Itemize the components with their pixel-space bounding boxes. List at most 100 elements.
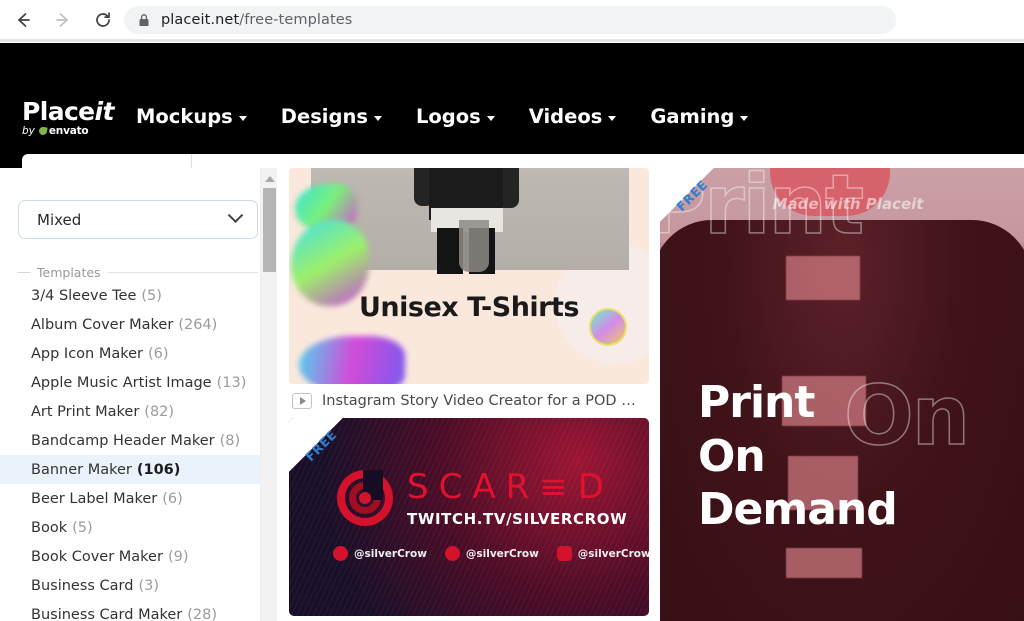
- headline-line-2: On: [698, 430, 766, 482]
- reload-button[interactable]: [86, 3, 120, 37]
- scrollbar-thumb[interactable]: [263, 188, 276, 272]
- twitter-icon: [444, 546, 460, 561]
- sidebar-item-label: Album Cover Maker: [31, 316, 174, 333]
- results-column-left: Unisex T-Shirts Instagram Story Video Cr…: [289, 168, 651, 616]
- nav-label: Mockups: [136, 105, 233, 128]
- sidebar-item-count: (264): [178, 316, 218, 333]
- logo-italic-text: it: [94, 97, 115, 126]
- social-handle: @silverCrow: [354, 547, 427, 560]
- sidebar-item-label: App Icon Maker: [31, 345, 144, 362]
- social-handle: @silverCrow: [465, 547, 539, 560]
- chevron-down-icon: [238, 116, 247, 121]
- sidebar-item-beer-label-maker[interactable]: Beer Label Maker (6): [0, 484, 260, 513]
- placeit-logo[interactable]: Placeit by envato: [22, 99, 122, 141]
- sidebar-scrollbar[interactable]: [260, 168, 277, 621]
- template-card-print-on-demand[interactable]: Print On Made with Placeit Print On Dema…: [660, 168, 1024, 621]
- forward-button[interactable]: [46, 3, 80, 37]
- forward-arrow-icon: [56, 12, 68, 27]
- mixed-filter-select[interactable]: Mixed: [18, 200, 258, 239]
- sidebar-item-label: Apple Music Artist Image: [31, 374, 212, 391]
- sidebar-item-label: Bandcamp Header Maker: [31, 432, 215, 449]
- sidebar-item-business-card-maker[interactable]: Business Card Maker (28): [0, 600, 260, 621]
- url-path: /free-templates: [239, 12, 353, 28]
- sidebar-item-apple-music-artist-image[interactable]: Apple Music Artist Image (13): [0, 368, 260, 397]
- scared-logo-icon: [337, 470, 393, 526]
- sidebar-item-book-cover-maker[interactable]: Book Cover Maker (9): [0, 542, 260, 571]
- sidebar: Mixed Templates 3/4 Sleeve Tee (5) Album…: [0, 168, 260, 621]
- chevron-down-icon: [373, 116, 382, 121]
- free-badge-label: FREE: [302, 426, 340, 465]
- nav-item-videos[interactable]: Videos: [529, 105, 617, 128]
- templates-section-divider: Templates: [18, 265, 258, 280]
- headline-line-3: Demand: [698, 484, 898, 536]
- sidebar-item-count: (106): [136, 461, 181, 478]
- sidebar-item-book[interactable]: Book (5): [0, 513, 260, 542]
- card-text-block: SCAR≡D TWITCH.TV/SILVERCROW: [407, 470, 627, 528]
- watermark-line-1: Made: [772, 195, 819, 213]
- chevron-down-icon: [740, 116, 749, 121]
- back-arrow-icon: [18, 12, 30, 27]
- watermark-line-2: with Placeit: [823, 195, 924, 213]
- template-card-instagram-story[interactable]: Unisex T-Shirts Instagram Story Video Cr…: [289, 168, 651, 418]
- nav-item-designs[interactable]: Designs: [281, 105, 382, 128]
- nav-item-mockups[interactable]: Mockups: [136, 105, 247, 128]
- sidebar-item-label: Business Card Maker: [31, 606, 183, 621]
- sidebar-item-app-icon-maker[interactable]: App Icon Maker (6): [0, 339, 260, 368]
- divider-dash: [18, 272, 30, 273]
- card-caption-text: Instagram Story Video Creator for a POD …: [322, 393, 636, 409]
- sidebar-item-label: Book Cover Maker: [31, 548, 163, 565]
- nav-item-logos[interactable]: Logos: [416, 105, 495, 128]
- address-bar[interactable]: placeit.net/free-templates: [124, 6, 896, 34]
- sidebar-item-count: (13): [216, 374, 247, 391]
- sidebar-item-count: (28): [187, 606, 218, 621]
- logo-brand-text: envato: [48, 125, 89, 137]
- sidebar-item-label: 3/4 Sleeve Tee: [31, 287, 137, 304]
- back-button[interactable]: [6, 3, 40, 37]
- card-social-row: @silverCrow @silverCrow @silverCrow @sil…: [333, 546, 649, 561]
- nav-item-gaming[interactable]: Gaming: [650, 105, 749, 128]
- decor-blob: [299, 336, 405, 384]
- placeit-watermark: Made with Placeit: [738, 195, 958, 213]
- sidebar-item-3-4-sleeve-tee[interactable]: 3/4 Sleeve Tee (5): [0, 281, 260, 310]
- sidebar-item-count: (9): [167, 548, 189, 565]
- sidebar-item-banner-maker[interactable]: Banner Maker (106): [0, 455, 260, 484]
- sidebar-item-label: Banner Maker: [31, 461, 132, 478]
- logo-wordmark: Placeit: [22, 99, 122, 124]
- url-text: placeit.net/free-templates: [161, 12, 352, 28]
- social-handle: @silverCrow: [577, 547, 649, 560]
- card-brand-title: SCAR≡D: [407, 467, 614, 507]
- scroll-up-arrow-icon[interactable]: [264, 176, 275, 182]
- results-grid: Unisex T-Shirts Instagram Story Video Cr…: [277, 168, 1024, 621]
- sidebar-item-business-card[interactable]: Business Card (3): [0, 571, 260, 600]
- sidebar-item-label: Art Print Maker: [31, 403, 140, 420]
- template-category-list: 3/4 Sleeve Tee (5) Album Cover Maker (26…: [0, 281, 260, 621]
- photo-drape: [459, 220, 489, 272]
- social-entry-facebook: @silverCrow: [333, 546, 427, 561]
- sidebar-item-art-print-maker[interactable]: Art Print Maker (82): [0, 397, 260, 426]
- sidebar-item-count: (6): [148, 345, 169, 362]
- logo-main-text: Place: [22, 97, 95, 126]
- card-caption-row: Instagram Story Video Creator for a POD …: [289, 384, 651, 418]
- sidebar-item-count: (5): [141, 287, 162, 304]
- social-entry-instagram: @silverCrow: [556, 546, 649, 561]
- sidebar-item-count: (82): [144, 403, 175, 420]
- browser-toolbar: placeit.net/free-templates: [0, 0, 1024, 40]
- search-category-dropdown[interactable]: Mockups: [22, 154, 192, 168]
- logo-subline: by envato: [22, 126, 122, 137]
- nav-label: Designs: [280, 105, 368, 128]
- templates-section-label: Templates: [37, 265, 101, 280]
- main-navigation: Mockups Designs Logos Videos Gaming: [136, 105, 749, 128]
- reload-icon: [96, 11, 110, 27]
- search-bar: Mockups Search Tshirt, Mask, Book, Mug, …: [22, 154, 1024, 168]
- facebook-icon: [333, 546, 348, 561]
- sidebar-item-album-cover-maker[interactable]: Album Cover Maker (264): [0, 310, 260, 339]
- url-domain: placeit.net: [161, 12, 240, 28]
- nav-label: Gaming: [650, 105, 735, 128]
- nav-label: Logos: [415, 105, 481, 128]
- card-artwork: Unisex T-Shirts: [289, 168, 649, 384]
- social-entry-twitter: @silverCrow: [444, 546, 539, 561]
- instagram-icon: [556, 546, 572, 561]
- template-card-twitch-banner[interactable]: SCAR≡D TWITCH.TV/SILVERCROW @silverCrow …: [289, 418, 649, 616]
- sidebar-item-label: Book: [31, 519, 68, 536]
- sidebar-item-bandcamp-header-maker[interactable]: Bandcamp Header Maker (8): [0, 426, 260, 455]
